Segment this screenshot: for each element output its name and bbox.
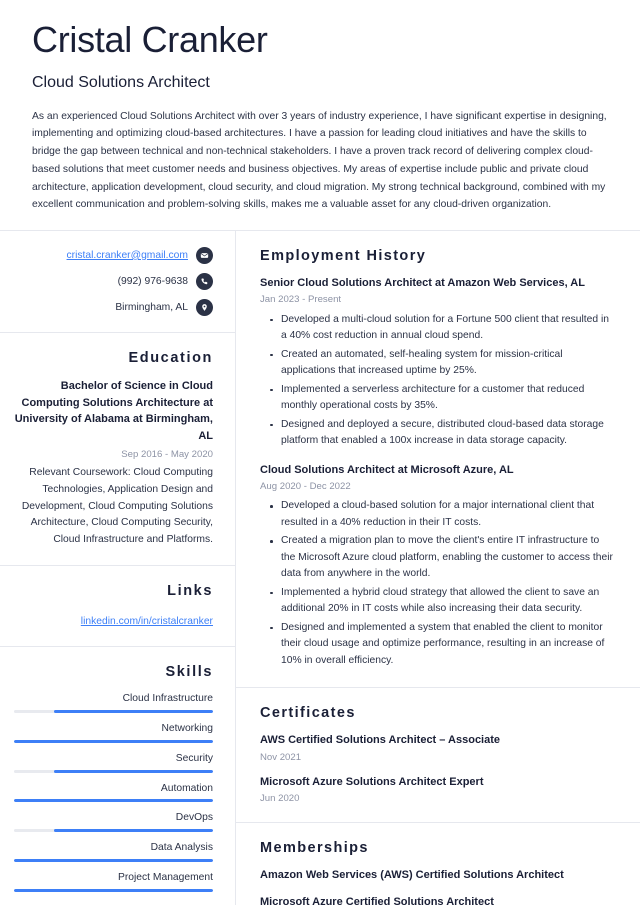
contact-block: cristal.cranker@gmail.com (992) 976-9638: [0, 231, 235, 333]
contact-row-location: Birmingham, AL: [14, 298, 213, 316]
memberships-heading: Memberships: [260, 839, 369, 856]
skill-bar-track: [14, 829, 213, 833]
skill-item: Networking: [14, 722, 213, 743]
skill-bar-fill: [14, 799, 213, 803]
resume-body: cristal.cranker@gmail.com (992) 976-9638: [0, 230, 640, 905]
skills-heading: Skills: [165, 663, 213, 680]
membership-item: Microsoft Azure Certified Solutions Arch…: [260, 896, 494, 905]
certificate-title: Microsoft Azure Solutions Architect Expe…: [260, 776, 484, 789]
education-description: Relevant Coursework: Cloud Computing Tec…: [21, 467, 213, 546]
skill-item: Automation: [14, 782, 213, 803]
certificates-block: Certificates AWS Certified Solutions Arc…: [236, 688, 640, 823]
candidate-job-title: Cloud Solutions Architect: [32, 73, 210, 91]
skill-bar-fill: [14, 859, 213, 863]
phone-icon: [196, 272, 213, 290]
employment-entry: Senior Cloud Solutions Architect at Amaz…: [260, 276, 614, 450]
employment-bullet-list: Developed a cloud-based solution for a m…: [260, 498, 614, 669]
employment-bullet: Created an automated, self-healing syste…: [270, 347, 614, 380]
skill-bar-fill: [14, 739, 213, 743]
membership-item: Amazon Web Services (AWS) Certified Solu…: [260, 868, 564, 881]
email-link[interactable]: cristal.cranker@gmail.com: [67, 249, 188, 262]
skill-label: Networking: [161, 722, 213, 734]
skill-label: Cloud Infrastructure: [122, 692, 213, 704]
skill-bar-fill: [14, 889, 213, 893]
location-pin-icon: [196, 298, 213, 316]
skill-bar-fill: [53, 829, 213, 833]
employment-bullet: Designed and deployed a secure, distribu…: [270, 417, 614, 450]
employment-block: Employment History Senior Cloud Solution…: [236, 231, 640, 689]
employment-entry-date: Aug 2020 - Dec 2022: [260, 481, 351, 492]
education-block: Education Bachelor of Science in Cloud C…: [0, 333, 235, 566]
resume-page: Cristal Cranker Cloud Solutions Architec…: [0, 0, 640, 905]
certificates-heading: Certificates: [260, 705, 356, 722]
candidate-name: Cristal Cranker: [32, 19, 268, 60]
certificate-date: Jun 2020: [260, 793, 300, 805]
skill-bar-track: [14, 859, 213, 863]
employment-bullet: Implemented a hybrid cloud strategy that…: [270, 585, 614, 618]
employment-bullet-list: Developed a multi-cloud solution for a F…: [260, 312, 614, 450]
skill-item: Data Analysis: [14, 841, 213, 863]
envelope-icon: [196, 246, 213, 264]
memberships-list: Amazon Web Services (AWS) Certified Solu…: [260, 868, 614, 905]
certificate-entry: AWS Certified Solutions Architect – Asso…: [260, 733, 614, 764]
employment-bullet: Developed a multi-cloud solution for a F…: [270, 312, 614, 345]
skill-bar-fill: [53, 709, 213, 713]
skill-item: Security: [14, 752, 213, 773]
skill-label: Automation: [160, 782, 213, 794]
certificate-entry: Microsoft Azure Solutions Architect Expe…: [260, 775, 614, 806]
certificates-list: AWS Certified Solutions Architect – Asso…: [260, 733, 614, 806]
employment-bullet: Implemented a serverless architecture fo…: [270, 382, 614, 415]
linkedin-link[interactable]: linkedin.com/in/cristalcranker: [81, 616, 213, 627]
employment-bullet: Developed a cloud-based solution for a m…: [270, 498, 614, 531]
contact-row-phone: (992) 976-9638: [14, 272, 213, 290]
professional-summary: As an experienced Cloud Solutions Archit…: [32, 110, 607, 211]
skill-bar-track: [14, 739, 213, 743]
employment-entry-date: Jan 2023 - Present: [260, 294, 342, 306]
education-title: Bachelor of Science in Cloud Computing S…: [14, 380, 213, 443]
links-block: Links linkedin.com/in/cristalcranker: [0, 566, 235, 647]
skill-bar-fill: [53, 769, 213, 773]
skill-label: Project Management: [117, 872, 213, 884]
employment-bullet: Created a migration plan to move the cli…: [270, 533, 614, 582]
employment-list: Senior Cloud Solutions Architect at Amaz…: [260, 276, 614, 669]
memberships-block: Memberships Amazon Web Services (AWS) Ce…: [236, 823, 640, 905]
skills-block: Skills Cloud Infrastructure Networking Sec…: [0, 647, 235, 905]
skill-bar-track: [14, 769, 213, 773]
skill-item: Cloud Infrastructure: [14, 692, 213, 713]
main-column: Employment History Senior Cloud Solution…: [236, 231, 640, 905]
employment-entry: Cloud Solutions Architect at Microsoft A…: [260, 463, 614, 670]
education-heading: Education: [128, 349, 213, 366]
certificate-date: Nov 2021: [260, 751, 302, 763]
employment-entry-title: Senior Cloud Solutions Architect at Amaz…: [260, 277, 585, 290]
resume-header: Cristal Cranker Cloud Solutions Architec…: [0, 0, 640, 230]
skill-label: DevOps: [175, 812, 213, 824]
skill-item: Project Management: [14, 871, 213, 893]
phone-number: (992) 976-9638: [117, 275, 188, 287]
employment-entry-title: Cloud Solutions Architect at Microsoft A…: [260, 463, 514, 476]
skills-list: Cloud Infrastructure Networking Security Au…: [14, 692, 213, 893]
skill-bar-track: [14, 799, 213, 803]
employment-heading: Employment History: [260, 247, 427, 264]
certificate-title: AWS Certified Solutions Architect – Asso…: [260, 734, 501, 747]
sidebar-column: cristal.cranker@gmail.com (992) 976-9638: [0, 230, 236, 905]
skill-item: DevOps: [14, 811, 213, 833]
skill-label: Security: [175, 752, 213, 764]
location-text: Birmingham, AL: [115, 301, 188, 313]
contact-row-email: cristal.cranker@gmail.com: [14, 246, 213, 264]
education-date: Sep 2016 - May 2020: [121, 448, 213, 460]
skill-bar-track: [14, 889, 213, 893]
employment-bullet: Designed and implemented a system that e…: [270, 620, 614, 669]
links-heading: Links: [167, 582, 213, 599]
skill-label: Data Analysis: [150, 842, 213, 854]
skill-bar-track: [14, 709, 213, 713]
